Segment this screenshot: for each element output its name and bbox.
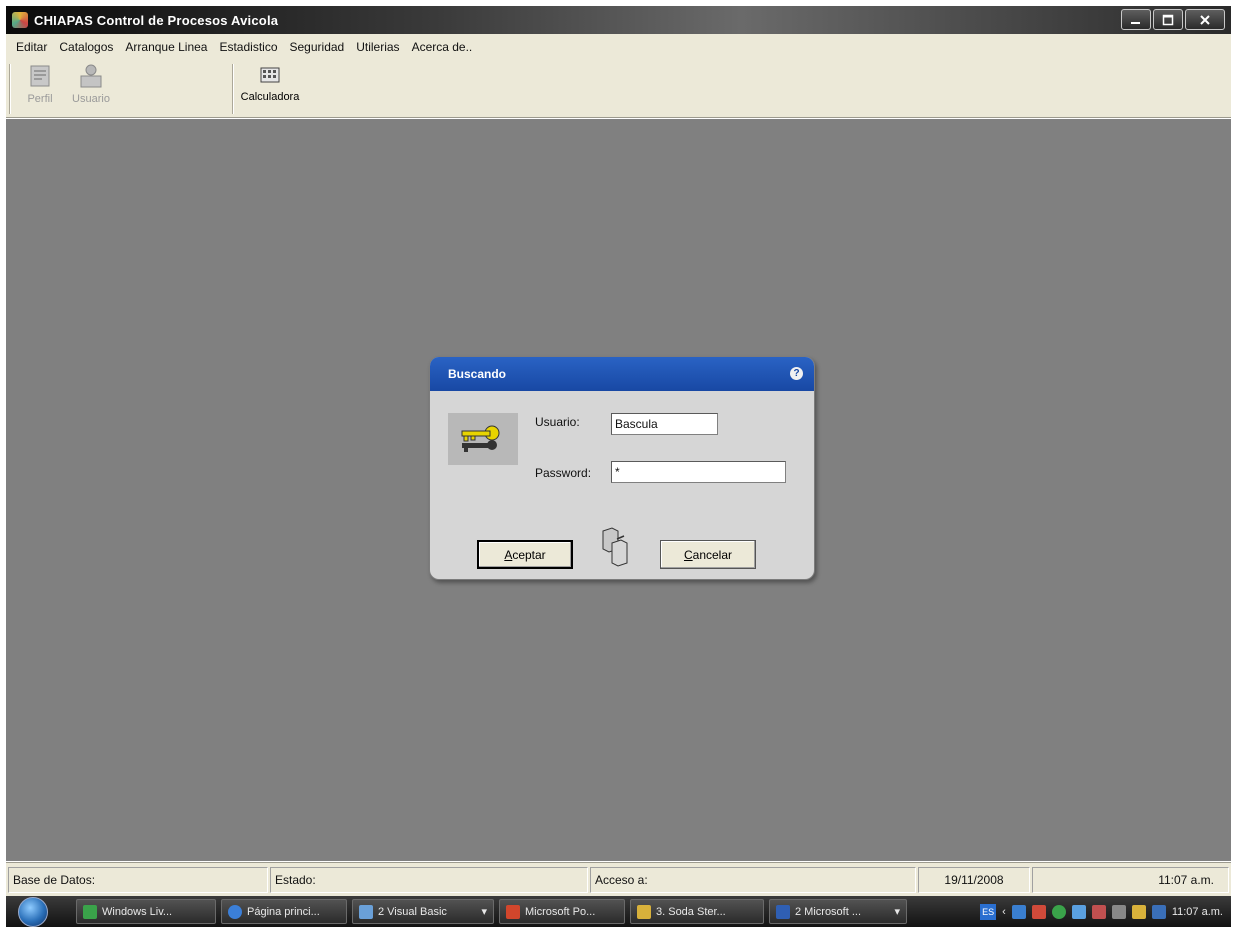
menu-acerca-de[interactable]: Acerca de.. (406, 40, 479, 54)
taskbar-item-windows-live[interactable]: Windows Liv... (76, 899, 216, 924)
server-icon (602, 527, 628, 567)
cancelar-label: ancelar (692, 547, 733, 562)
maximize-icon (1162, 14, 1174, 25)
menu-estadistico[interactable]: Estadistico (213, 40, 283, 54)
minimize-icon (1131, 21, 1140, 24)
chart-icon[interactable] (1031, 904, 1046, 919)
toolbar: Perfil Usuario Calculadora (6, 60, 1231, 118)
taskbar-item-label: 2 Microsoft ... (795, 905, 862, 918)
maximize-button[interactable] (1153, 9, 1183, 30)
window-controls (1121, 9, 1225, 30)
printer-icon[interactable] (1111, 904, 1126, 919)
windows-logo-icon (18, 897, 48, 927)
cancelar-button[interactable]: Cancelar (660, 540, 756, 569)
perfil-label: Perfil (27, 93, 53, 105)
key-panel (448, 413, 518, 465)
status-estado: Estado: (270, 867, 588, 893)
taskbar-item-word[interactable]: 2 Microsoft ... ▾ (769, 899, 907, 924)
password-field-label: Password: (535, 466, 592, 480)
window-title: CHIAPAS Control de Procesos Avicola (34, 12, 279, 28)
taskbar-item-soda-stereo[interactable]: 3. Soda Ster... (630, 899, 764, 924)
status-acceso: Acceso a: (590, 867, 916, 893)
taskbar-item-label: Windows Liv... (102, 905, 173, 918)
clipboard-icon[interactable] (1151, 904, 1166, 919)
menu-seguridad[interactable]: Seguridad (284, 40, 351, 54)
bluetooth-icon[interactable] (1071, 904, 1086, 919)
cancelar-accelerator: C (683, 547, 693, 562)
taskbar-item-label: 3. Soda Ster... (656, 905, 726, 918)
dialog-title: Buscando (448, 367, 507, 381)
close-icon (1200, 14, 1210, 25)
language-indicator[interactable]: ES (980, 903, 997, 920)
network-icon[interactable] (1011, 904, 1026, 919)
powerpoint-icon (506, 904, 520, 919)
close-button[interactable] (1185, 9, 1225, 30)
messenger-tray-icon[interactable] (1051, 904, 1066, 919)
antivirus-icon[interactable] (1091, 904, 1106, 919)
toolbar-separator (9, 64, 11, 114)
minimize-button[interactable] (1121, 9, 1151, 30)
login-dialog: Buscando ? Usuario: Password: Aceptar Ca… (429, 356, 815, 580)
status-bar: Base de Datos: Estado: Acceso a: 19/11/2… (6, 862, 1231, 896)
perfil-button[interactable]: Perfil (20, 63, 60, 105)
menu-catalogos[interactable]: Catalogos (53, 40, 119, 54)
taskbar-clock[interactable]: 11:07 a.m. (1172, 906, 1223, 918)
taskbar-item-label: Página princi... (247, 905, 320, 918)
word-icon (776, 904, 790, 919)
calculadora-button[interactable]: Calculadora (238, 63, 302, 103)
app-icon (12, 12, 28, 28)
internet-explorer-icon (228, 904, 242, 919)
media-player-icon (637, 904, 651, 919)
aceptar-button[interactable]: Aceptar (477, 540, 573, 569)
taskbar-item-label: Microsoft Po... (525, 905, 596, 918)
menu-utilerias[interactable]: Utilerias (350, 40, 405, 54)
status-time: 11:07 a.m. (1032, 867, 1229, 893)
usuario-label: Usuario (72, 93, 110, 105)
chevron-left-icon[interactable]: ‹ (1002, 906, 1006, 918)
taskbar: Windows Liv... Página princi... 2 Visual… (6, 896, 1231, 927)
usuario-button[interactable]: Usuario (66, 63, 116, 105)
visual-basic-icon (359, 904, 373, 919)
taskbar-item-label: 2 Visual Basic (378, 905, 447, 918)
menu-editar[interactable]: Editar (10, 40, 53, 54)
usuario-field-label: Usuario: (535, 415, 580, 429)
menu-bar: Editar Catalogos Arranque Linea Estadist… (6, 34, 1231, 60)
menu-arranque-linea[interactable]: Arranque Linea (119, 40, 213, 54)
status-date: 19/11/2008 (918, 867, 1030, 893)
calculadora-label: Calculadora (240, 91, 300, 103)
chevron-down-icon: ▾ (481, 906, 487, 918)
help-icon[interactable]: ? (790, 367, 803, 380)
status-database: Base de Datos: (8, 867, 268, 893)
title-bar: CHIAPAS Control de Procesos Avicola (6, 6, 1231, 34)
usuario-input[interactable] (611, 413, 718, 435)
start-button[interactable] (6, 896, 62, 927)
profile-icon (30, 65, 50, 87)
calculator-icon (260, 67, 280, 83)
toolbar-separator (232, 64, 234, 114)
messenger-icon (83, 904, 97, 919)
user-icon (80, 64, 102, 88)
keys-icon (461, 425, 500, 452)
media-tray-icon[interactable] (1131, 904, 1146, 919)
taskbar-item-powerpoint[interactable]: Microsoft Po... (499, 899, 625, 924)
password-input[interactable] (611, 461, 786, 483)
system-tray: ES ‹ 11:07 a.m. (972, 896, 1231, 927)
taskbar-item-browser[interactable]: Página princi... (221, 899, 347, 924)
aceptar-label: ceptar (512, 547, 546, 562)
taskbar-item-visual-basic[interactable]: 2 Visual Basic ▾ (352, 899, 494, 924)
chevron-down-icon: ▾ (894, 906, 900, 918)
dialog-title-bar: Buscando ? (430, 357, 814, 391)
